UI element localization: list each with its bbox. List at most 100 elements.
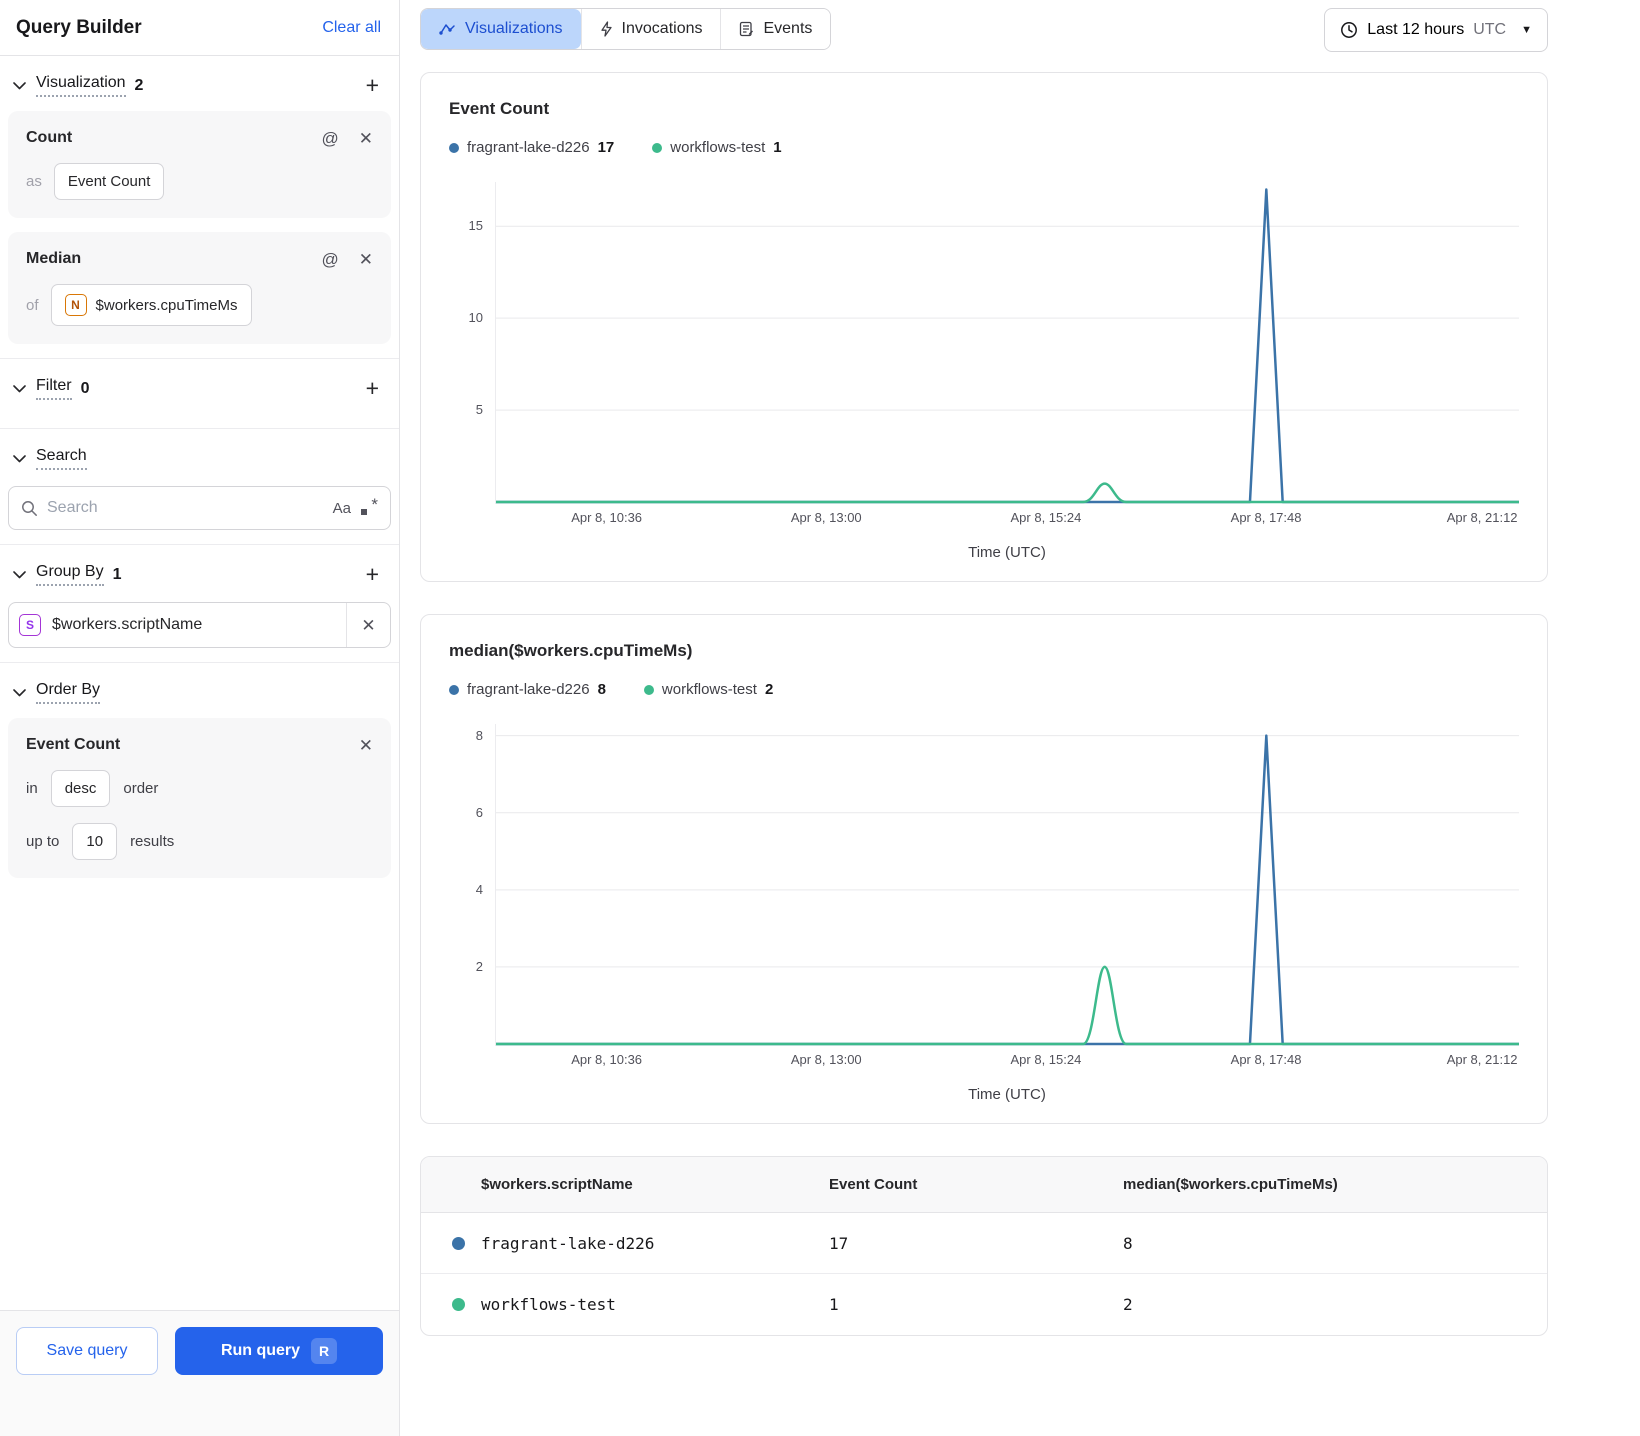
- event-count-cell: 17: [829, 1233, 849, 1253]
- x-tick-label: Apr 8, 17:48: [1230, 510, 1302, 525]
- group-by-section-header: Group By 1 +: [8, 545, 391, 600]
- count-card-title: Count: [26, 129, 73, 146]
- x-tick-label: Apr 8, 15:24: [1010, 1052, 1082, 1067]
- chart-area: 5 10 15: [449, 182, 1519, 504]
- close-icon[interactable]: ✕: [359, 130, 373, 147]
- results-table: $workers.scriptName Event Count median($…: [420, 1156, 1548, 1336]
- legend-item[interactable]: workflows-test 1: [652, 139, 782, 156]
- time-range-label: Last 12 hours: [1367, 21, 1465, 38]
- caret-down-icon: ▼: [1521, 24, 1532, 36]
- add-filter-button[interactable]: +: [362, 377, 383, 400]
- event-count-cell: 1: [829, 1295, 839, 1314]
- chevron-down-icon[interactable]: [12, 452, 26, 466]
- order-by-card: Event Count ✕ in desc order up to 10 res…: [8, 718, 391, 878]
- order-by-field: Event Count: [26, 736, 121, 753]
- column-header: median($workers.cpuTimeMs): [1123, 1176, 1338, 1193]
- result-limit-input[interactable]: 10: [72, 823, 118, 860]
- series-name: workflows-test: [670, 139, 766, 156]
- up-to-label: up to: [26, 833, 60, 850]
- x-tick-label: Apr 8, 21:12: [1446, 1052, 1518, 1067]
- chart-svg: [496, 182, 1519, 504]
- chevron-down-icon[interactable]: [12, 382, 26, 396]
- at-icon[interactable]: @: [321, 251, 338, 268]
- chevron-down-icon[interactable]: [12, 568, 26, 582]
- topbar: Visualizations Invocations Events Last 1…: [420, 8, 1548, 52]
- median-card-title: Median: [26, 250, 82, 267]
- y-tick-label: 8: [475, 727, 483, 743]
- search-box: Aa *: [8, 486, 391, 530]
- series-line: [496, 190, 1519, 502]
- view-tabs: Visualizations Invocations Events: [420, 8, 832, 50]
- x-tick-label: Apr 8, 10:36: [571, 510, 643, 525]
- search-icon: [21, 500, 38, 517]
- median-field-chip[interactable]: N $workers.cpuTimeMs: [50, 284, 252, 326]
- series-dot: [452, 1236, 465, 1250]
- x-tick-label: Apr 8, 15:24: [1010, 510, 1082, 525]
- median-visualization-card: Median @ ✕ of N $workers.cpuTimeMs: [8, 232, 391, 344]
- script-name-cell: fragrant-lake-d226: [481, 1233, 655, 1253]
- x-tick-label: Apr 8, 13:00: [790, 510, 862, 525]
- visualization-count: 2: [134, 76, 144, 94]
- tab-visualizations[interactable]: Visualizations: [421, 9, 581, 49]
- legend-item[interactable]: fragrant-lake-d226 17: [449, 139, 614, 156]
- series-dot: [452, 1298, 465, 1311]
- tab-invocations[interactable]: Invocations: [580, 9, 721, 49]
- median-field-value: $workers.cpuTimeMs: [95, 296, 238, 314]
- legend-item[interactable]: workflows-test 2: [643, 681, 773, 698]
- visualization-alias-chip[interactable]: Event Count: [53, 163, 165, 200]
- search-label: Search: [36, 447, 87, 470]
- x-tick-label: Apr 8, 17:48: [1230, 1052, 1302, 1067]
- y-tick-label: 5: [475, 402, 483, 418]
- at-icon[interactable]: @: [321, 130, 338, 147]
- clear-all-button[interactable]: Clear all: [322, 19, 381, 37]
- chevron-down-icon[interactable]: [12, 79, 26, 93]
- series-total: 1: [773, 139, 782, 156]
- run-query-button[interactable]: Run query R: [175, 1327, 383, 1375]
- chart-legend: fragrant-lake-d226 17 workflows-test 1: [449, 139, 1519, 156]
- group-by-field-row[interactable]: S $workers.scriptName ✕: [8, 602, 391, 648]
- median-cell: 2: [1123, 1295, 1133, 1314]
- group-by-field-value: $workers.scriptName: [52, 616, 203, 633]
- chart-canvas[interactable]: [495, 724, 1519, 1046]
- chart-svg: [496, 724, 1519, 1046]
- lightning-icon: [600, 21, 613, 37]
- event-count-chart-panel: Event Count fragrant-lake-d226 17 workfl…: [420, 72, 1548, 582]
- tab-events[interactable]: Events: [720, 9, 831, 49]
- group-by-label: Group By: [36, 563, 104, 586]
- series-total: 17: [597, 139, 615, 156]
- chevron-down-icon[interactable]: [12, 686, 26, 700]
- save-query-button[interactable]: Save query: [16, 1327, 158, 1375]
- visualization-section-header: Visualization 2 +: [8, 56, 391, 111]
- add-visualization-button[interactable]: +: [362, 74, 383, 97]
- regex-icon[interactable]: *: [360, 495, 378, 517]
- page-title: Query Builder: [16, 16, 142, 38]
- series-dot: [643, 684, 654, 695]
- order-direction-select[interactable]: desc: [50, 770, 111, 807]
- legend-item[interactable]: fragrant-lake-d226 8: [449, 681, 606, 698]
- chart-legend: fragrant-lake-d226 8 workflows-test 2: [449, 681, 1519, 698]
- as-label: as: [26, 173, 42, 190]
- filter-section-header: Filter 0 +: [8, 359, 391, 414]
- document-icon: [739, 21, 754, 37]
- add-group-by-button[interactable]: +: [362, 563, 383, 586]
- results-label: results: [130, 833, 175, 850]
- remove-group-by-icon[interactable]: ✕: [361, 617, 375, 634]
- visualization-label: Visualization: [36, 74, 126, 97]
- close-icon[interactable]: ✕: [359, 737, 373, 754]
- series-line: [496, 967, 1519, 1044]
- script-name-cell: workflows-test: [481, 1295, 616, 1314]
- y-tick-label: 6: [475, 804, 483, 820]
- chart-canvas[interactable]: [495, 182, 1519, 504]
- order-label: order: [123, 780, 159, 797]
- y-tick-label: 4: [475, 881, 483, 897]
- series-dot: [449, 684, 459, 695]
- match-case-icon[interactable]: Aa: [333, 500, 351, 517]
- search-input[interactable]: [47, 499, 324, 517]
- close-icon[interactable]: ✕: [359, 251, 373, 268]
- x-tick-label: Apr 8, 21:12: [1446, 510, 1518, 525]
- time-range-selector[interactable]: Last 12 hours UTC ▼: [1324, 8, 1548, 52]
- x-tick-label: Apr 8, 13:00: [790, 1052, 862, 1067]
- in-label: in: [26, 780, 38, 797]
- tab-label: Invocations: [621, 20, 703, 37]
- timezone-label: UTC: [1473, 21, 1507, 38]
